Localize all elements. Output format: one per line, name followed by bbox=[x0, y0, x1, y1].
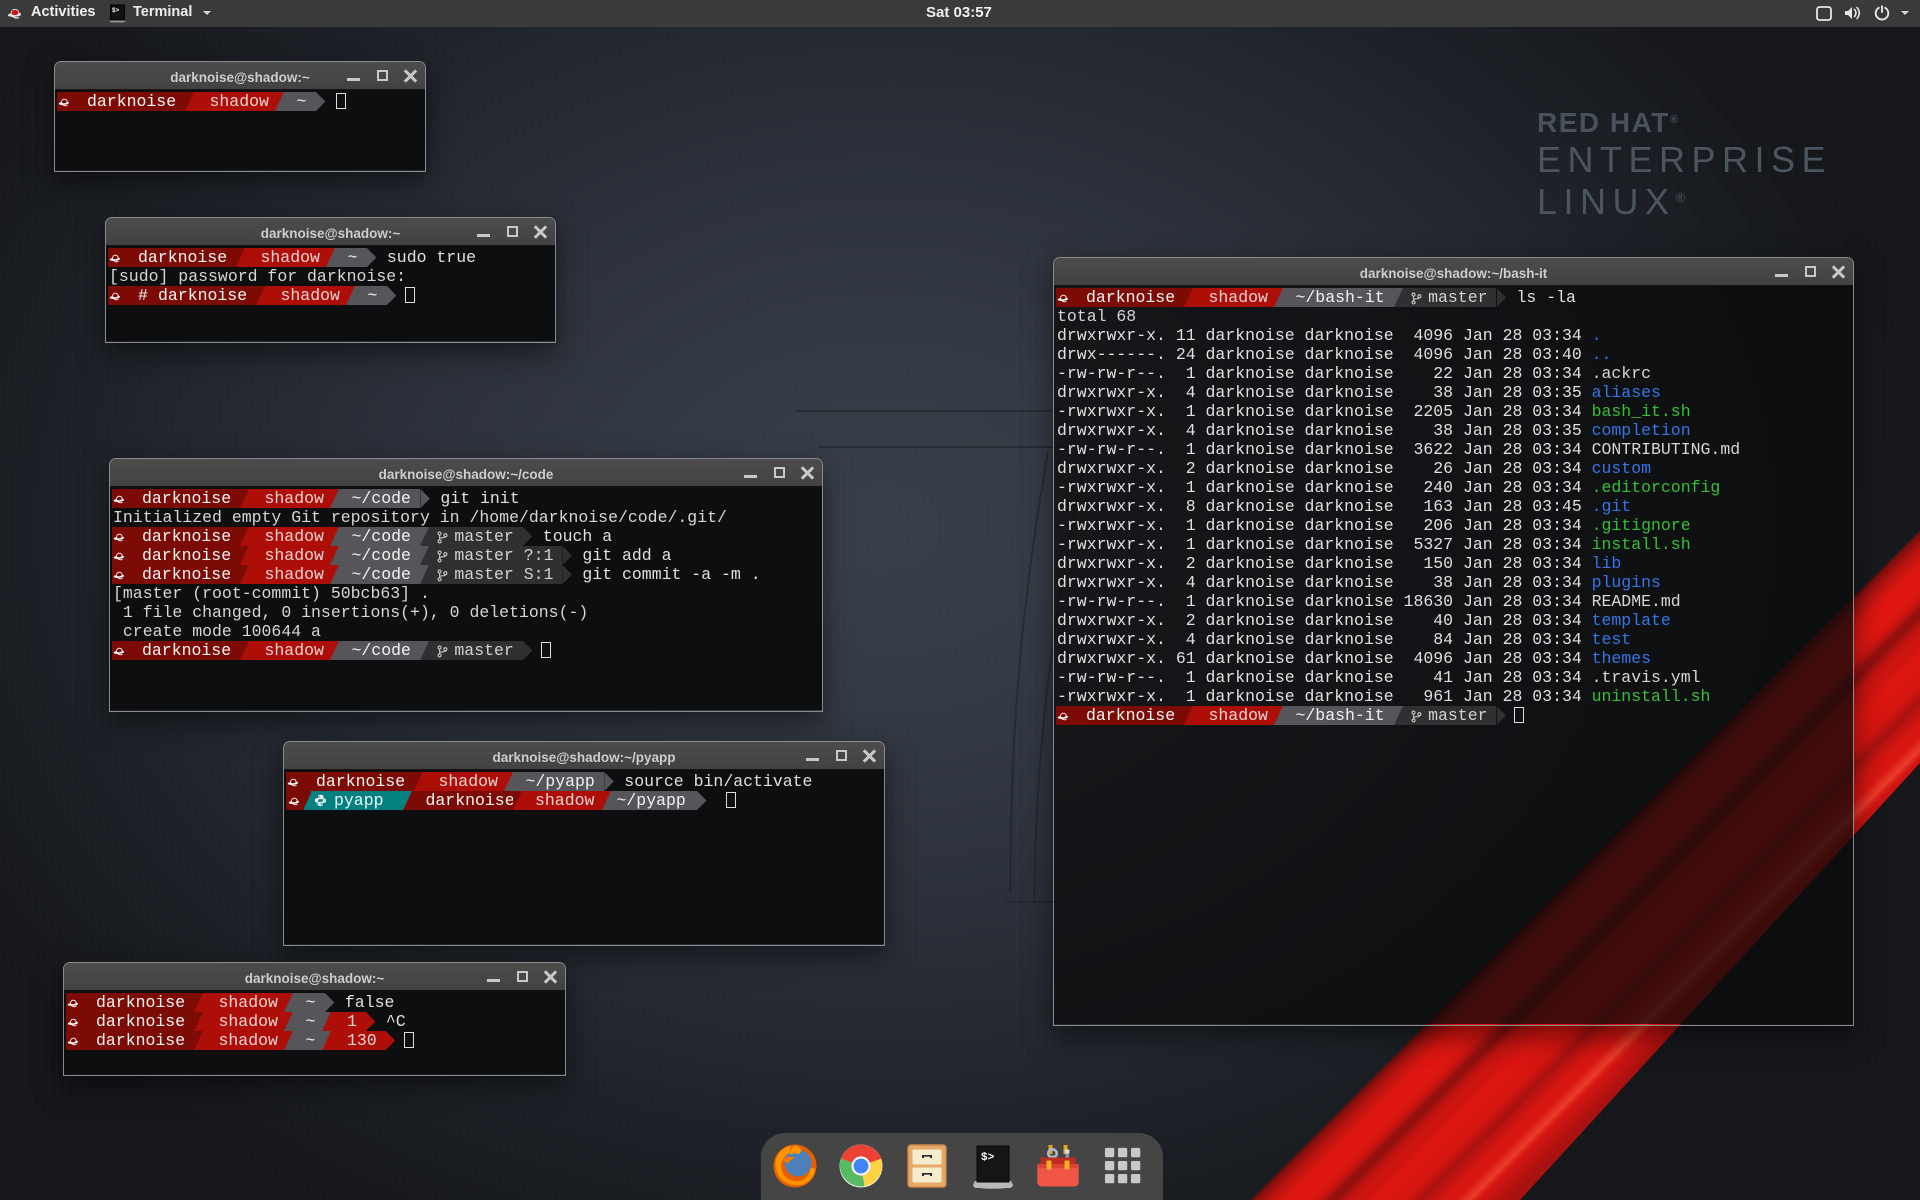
svg-text:$>: $> bbox=[981, 1152, 995, 1164]
svg-text:$>: $> bbox=[112, 7, 120, 14]
